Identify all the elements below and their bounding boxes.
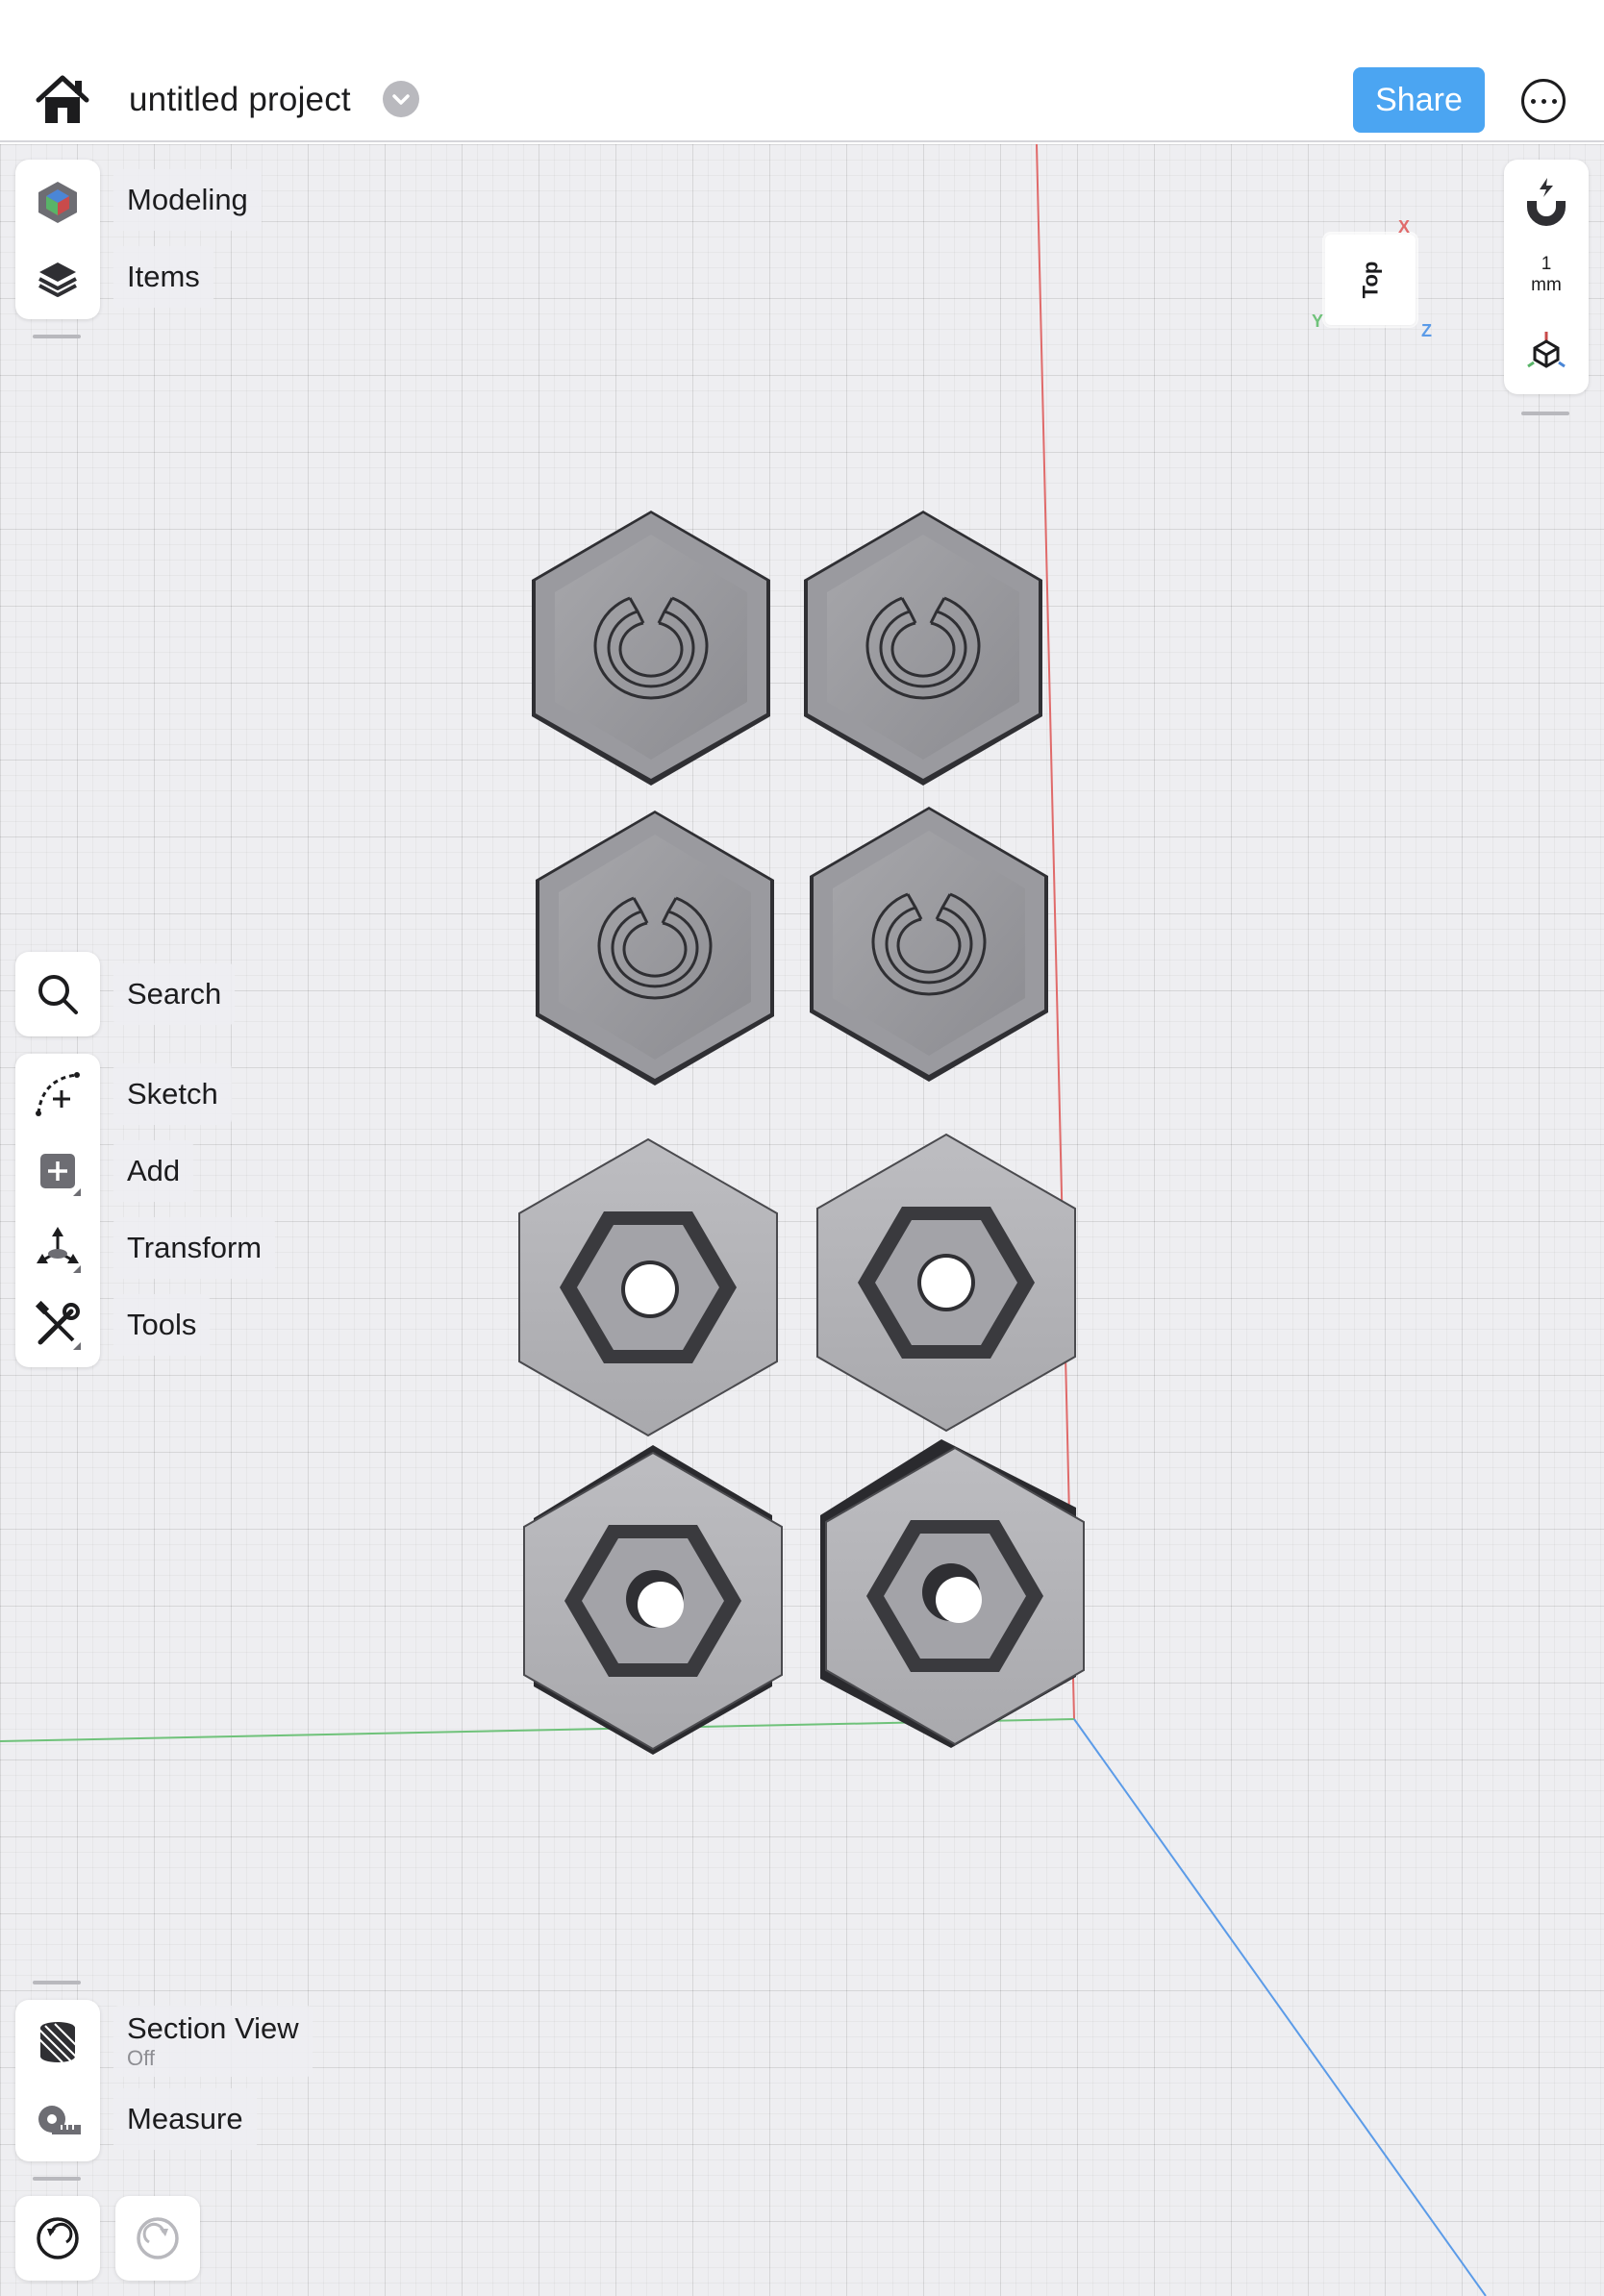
search-icon: [38, 975, 78, 1014]
hex-tile-c-2[interactable]: [804, 511, 1042, 786]
workspace-panel: [15, 160, 100, 319]
grid-value: 1: [1541, 254, 1552, 274]
section-view-icon: [38, 2022, 77, 2063]
snap-magnet-icon: [1527, 178, 1566, 226]
grid-unit: mm: [1531, 275, 1562, 295]
more-icon-dot: [1541, 98, 1546, 104]
hex-socket-2[interactable]: [816, 1133, 1076, 1433]
hex-socket-1[interactable]: [518, 1137, 778, 1437]
create-tools-panel: [15, 1054, 100, 1367]
transform-label[interactable]: Transform: [113, 1217, 276, 1279]
sketch-icon: [36, 1072, 80, 1116]
hex-tile-c-1[interactable]: [532, 511, 770, 786]
view-cube-axis-y: Y: [1312, 312, 1324, 331]
inspect-panel: [15, 2000, 100, 2161]
snap-button[interactable]: [1517, 173, 1575, 231]
share-button[interactable]: Share: [1353, 67, 1485, 133]
section-view-label[interactable]: Section View Off: [113, 2006, 313, 2077]
project-title[interactable]: untitled project: [129, 81, 351, 119]
view-cube[interactable]: Top: [1325, 235, 1416, 325]
items-button[interactable]: [29, 250, 87, 308]
items-label[interactable]: Items: [113, 246, 213, 308]
search-button[interactable]: [29, 965, 87, 1023]
section-view-state: Off: [127, 2046, 155, 2070]
view-cube-axis-x: X: [1398, 217, 1411, 237]
add-label[interactable]: Add: [113, 1140, 194, 1202]
redo-button[interactable]: [115, 2196, 200, 2281]
more-icon-dot: [1551, 98, 1557, 104]
axis-line-blue: [1073, 1718, 1487, 2296]
top-bar: untitled project Share: [0, 0, 1604, 142]
grid-unit-button[interactable]: 1 mm: [1504, 254, 1589, 296]
layers-icon: [38, 262, 77, 297]
hex-tile-c-4[interactable]: [810, 807, 1048, 1082]
undo-icon: [37, 2217, 79, 2259]
modeling-label[interactable]: Modeling: [113, 169, 262, 231]
right-toolbar: 1 mm: [1504, 160, 1589, 394]
view-cube-axis-z: Z: [1421, 321, 1432, 340]
tools-button[interactable]: [29, 1296, 87, 1354]
redo-icon: [137, 2217, 179, 2259]
view-cube-face-label: Top: [1358, 261, 1382, 299]
sketch-button[interactable]: [29, 1065, 87, 1123]
undo-button[interactable]: [15, 2196, 100, 2281]
workspace-separator: [33, 335, 81, 338]
search-panel: [15, 952, 100, 1036]
section-view-title: Section View: [127, 2011, 299, 2045]
measure-button[interactable]: [29, 2092, 87, 2150]
hex-socket-4[interactable]: [820, 1439, 1085, 1748]
search-label[interactable]: Search: [113, 963, 236, 1025]
add-icon: [40, 1154, 81, 1196]
transform-button[interactable]: [29, 1219, 87, 1277]
view-orientation-button[interactable]: [1517, 321, 1575, 379]
transform-icon: [37, 1227, 81, 1273]
hex-tile-c-3[interactable]: [536, 811, 774, 1086]
more-options-button[interactable]: [1521, 79, 1566, 123]
modeling-button[interactable]: [29, 173, 87, 231]
bottom-separator-top: [33, 1981, 81, 1984]
tools-label[interactable]: Tools: [113, 1294, 211, 1356]
view-orientation-icon: [1527, 332, 1566, 368]
bottom-separator-mid: [33, 2177, 81, 2181]
more-icon: [1530, 98, 1536, 104]
tools-icon: [35, 1300, 81, 1350]
hex-socket-3[interactable]: [523, 1445, 783, 1755]
project-menu-button[interactable]: [383, 81, 419, 117]
add-button[interactable]: [29, 1142, 87, 1200]
measure-tape-icon: [38, 2106, 81, 2134]
measure-label[interactable]: Measure: [113, 2088, 257, 2150]
home-button[interactable]: [33, 71, 92, 129]
right-toolbar-separator: [1521, 412, 1569, 415]
modeling-cube-icon: [38, 182, 77, 223]
chevron-down-icon: [392, 94, 410, 105]
section-view-button[interactable]: [29, 2013, 87, 2071]
sketch-label[interactable]: Sketch: [113, 1063, 232, 1125]
home-icon: [36, 75, 89, 123]
